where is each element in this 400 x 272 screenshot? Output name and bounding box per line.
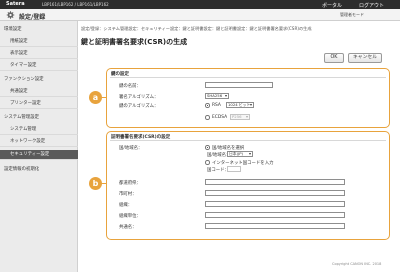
state-label: 都道府県：	[119, 181, 141, 186]
sidebar-item-display[interactable]: 表示設定	[0, 49, 78, 59]
state-input[interactable]	[205, 179, 345, 185]
organization-unit-label: 組織単位：	[119, 214, 141, 219]
page-title: 鍵と証明書署名要求(CSR)の生成	[81, 38, 188, 46]
ecdsa-label: ECDSA	[212, 115, 228, 120]
breadcrumb[interactable]: 設定/登録：システム管理設定：セキュリティー設定：鍵と証明書設定：鍵と証明書設定…	[81, 26, 312, 32]
rsa-radio[interactable]	[205, 103, 210, 108]
internet-code-label: インターネット国コードを入力	[212, 161, 274, 166]
sidebar-item-common[interactable]: 共通設定	[0, 87, 78, 97]
sidebar-item-network[interactable]: ネットワーク設定	[0, 137, 78, 147]
sidebar-section-management: システム管理設定	[4, 115, 39, 120]
logout-link[interactable]: ログアウト	[359, 2, 384, 9]
signature-algorithm-label: 署名アルゴリズム：	[119, 95, 159, 100]
sidebar-item-timer[interactable]: タイマー設定	[0, 61, 78, 71]
sidebar-item-security[interactable]: セキュリティー設定	[0, 150, 78, 160]
ecdsa-radio[interactable]	[205, 115, 210, 120]
organization-label: 組織：	[119, 203, 133, 208]
city-input[interactable]	[205, 190, 345, 196]
rsa-label: RSA	[212, 103, 221, 108]
ecdsa-curve-select[interactable]: P256	[230, 114, 250, 120]
sidebar: 環境設定 用紙設定 表示設定 タイマー設定 ファンクション設定 共通設定 プリン…	[0, 21, 78, 272]
internet-code-radio[interactable]	[205, 160, 210, 165]
country-name-select[interactable]: 日本(JP)	[227, 151, 253, 157]
copyright-text: Copyright CANON INC. 2018	[332, 262, 382, 266]
rsa-key-length-select[interactable]: 1024 ビット	[226, 102, 254, 108]
key-settings-panel: 鍵の設定 鍵の名前： 署名アルゴリズム： SHA256 鍵のアルゴリズム： RS…	[106, 68, 390, 128]
country-label: 国/地域名：	[119, 146, 143, 151]
brand-logo: Satera	[6, 1, 25, 7]
cancel-button[interactable]: キャンセル	[348, 53, 382, 63]
signature-algorithm-select[interactable]: SHA256	[205, 93, 229, 99]
admin-mode-label: 管理者モード	[340, 12, 364, 17]
country-code-input[interactable]	[227, 166, 241, 172]
top-bar: Satera LBP161/LBP162 / LBP161/LBP162 ポータ…	[0, 0, 400, 9]
divider	[110, 77, 386, 78]
organization-unit-input[interactable]	[205, 212, 345, 218]
divider	[110, 140, 386, 141]
select-country-radio[interactable]	[205, 145, 210, 150]
portal-link[interactable]: ポータル	[322, 2, 342, 9]
ok-button[interactable]: OK	[324, 53, 344, 63]
city-label: 市町村：	[119, 192, 137, 197]
title-bar: 設定/登録 管理者モード	[0, 9, 400, 21]
app-title: 設定/登録	[19, 13, 46, 21]
device-model: LBP161/LBP162 / LBP161/LBP162	[42, 1, 109, 7]
common-name-label: 共通名：	[119, 225, 137, 230]
country-code-label: 国コード：	[207, 168, 229, 173]
sidebar-item-printer[interactable]: プリンター設定	[0, 99, 78, 109]
key-algorithm-label: 鍵のアルゴリズム：	[119, 104, 159, 109]
key-name-input[interactable]	[205, 82, 273, 88]
sidebar-item-paper[interactable]: 用紙設定	[0, 37, 78, 47]
sidebar-item-system[interactable]: システム管理	[0, 125, 78, 135]
sidebar-item-initialize[interactable]: 設定情報の初期化	[0, 165, 78, 175]
sidebar-section-preferences: 環境設定	[4, 27, 22, 32]
callout-a-badge: a	[89, 91, 102, 104]
key-name-label: 鍵の名前：	[119, 84, 141, 89]
csr-settings-panel: 証明書署名要求(CSR)の設定 国/地域名： 国/地域名を選択 国/地域名： 日…	[106, 131, 390, 240]
sidebar-section-function: ファンクション設定	[4, 77, 44, 82]
gear-icon	[6, 11, 15, 19]
organization-input[interactable]	[205, 201, 345, 207]
callout-b-badge: b	[89, 177, 102, 190]
common-name-input[interactable]	[205, 223, 345, 229]
